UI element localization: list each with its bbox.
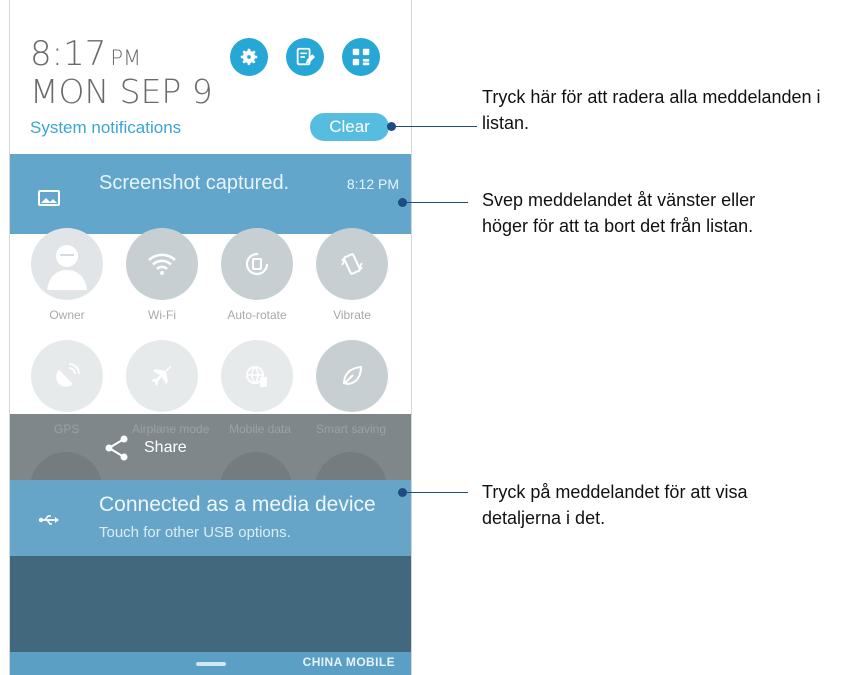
callout-clear: Tryck här för att radera alla meddelande… bbox=[482, 87, 821, 133]
qs-label: Auto-rotate bbox=[227, 308, 287, 322]
edit-notes-button[interactable] bbox=[286, 38, 324, 76]
qs-tile-auto-rotate[interactable]: Auto-rotate bbox=[220, 228, 294, 322]
quick-settings-grid-button[interactable] bbox=[342, 38, 380, 76]
qs-tile-owner[interactable]: Owner bbox=[30, 228, 104, 322]
qs-tile-smart-saving[interactable] bbox=[315, 340, 389, 412]
notification-subtitle: Touch for other USB options. bbox=[99, 524, 291, 541]
qs-tile-airplane[interactable] bbox=[125, 340, 199, 412]
qs-label: Wi-Fi bbox=[148, 308, 176, 322]
qs-label: Owner bbox=[49, 308, 85, 322]
share-label: Share bbox=[144, 439, 187, 456]
qs-label: Mobile data bbox=[229, 422, 292, 436]
leaf-icon bbox=[343, 365, 363, 385]
share-overlay: GPS Airplane mode Mobile data Smart savi… bbox=[10, 414, 411, 492]
usb-icon bbox=[38, 515, 59, 525]
drag-handle[interactable] bbox=[196, 662, 226, 666]
avatar-icon bbox=[47, 245, 87, 290]
quick-settings: Owner Wi-Fi Auto-rotate Vibrate bbox=[10, 228, 411, 420]
auto-rotate-icon bbox=[245, 252, 269, 276]
airplane-icon bbox=[151, 365, 172, 386]
image-icon bbox=[38, 190, 60, 206]
clear-button[interactable]: Clear bbox=[310, 113, 389, 141]
wifi-icon bbox=[148, 253, 176, 275]
qs-tile-gps[interactable] bbox=[30, 340, 104, 412]
date: MON SEP 9 bbox=[30, 72, 213, 111]
callout-line bbox=[402, 202, 468, 203]
vibrate-icon bbox=[341, 253, 363, 275]
globe-icon bbox=[246, 366, 267, 387]
notification-title: Connected as a media device bbox=[99, 493, 376, 516]
system-notifications-label: System notifications bbox=[30, 118, 182, 137]
qs-tile-vibrate[interactable]: Vibrate bbox=[315, 228, 389, 322]
grid-icon bbox=[352, 48, 370, 66]
callout-tap: Tryck på meddelandet för att visa detalj… bbox=[482, 482, 748, 528]
qs-label: Vibrate bbox=[333, 308, 371, 322]
carrier-label: CHINA MOBILE bbox=[302, 655, 395, 669]
clock: 8:17 PM bbox=[30, 34, 142, 74]
callout-line bbox=[391, 126, 477, 127]
share-button[interactable]: Share bbox=[104, 434, 187, 462]
notification-time: 8:12 PM bbox=[346, 176, 399, 192]
share-icon bbox=[105, 435, 128, 461]
qs-tile-wifi[interactable]: Wi-Fi bbox=[125, 228, 199, 322]
qs-tile-mobile-data[interactable] bbox=[220, 340, 294, 412]
usb-notification[interactable]: Connected as a media device Touch for ot… bbox=[10, 480, 411, 556]
qs-label: GPS bbox=[54, 422, 80, 436]
callout-swipe: Svep meddelandet åt vänster eller höger … bbox=[482, 190, 756, 236]
gps-icon bbox=[56, 363, 80, 387]
screenshot-notification[interactable]: Screenshot captured. 8:12 PM bbox=[10, 154, 411, 234]
notification-title: Screenshot captured. bbox=[99, 172, 290, 194]
edit-icon bbox=[296, 47, 316, 66]
callout-line bbox=[402, 492, 468, 493]
qs-label: Smart saving bbox=[316, 422, 387, 436]
notification-panel: 8:17 PM MON SEP 9 System notifications Cl… bbox=[9, 0, 412, 675]
settings-button[interactable] bbox=[230, 38, 268, 76]
status-bar-bottom: CHINA MOBILE bbox=[10, 652, 411, 675]
empty-notification-area bbox=[10, 556, 411, 652]
gear-icon bbox=[240, 48, 258, 66]
